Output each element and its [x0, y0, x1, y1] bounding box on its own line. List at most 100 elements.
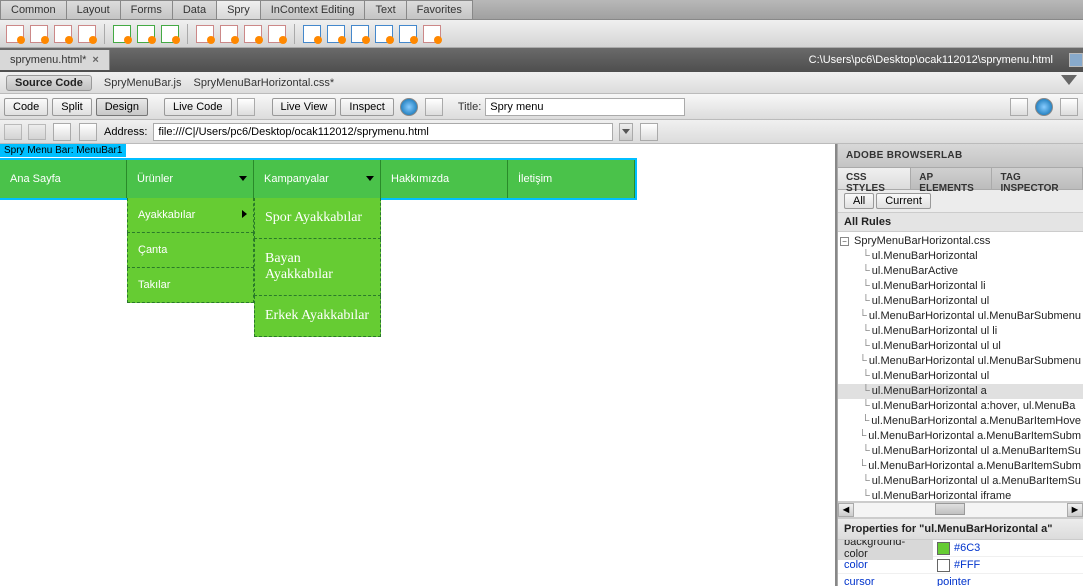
mode-current-button[interactable]: Current — [876, 193, 931, 209]
rule-row[interactable]: └ul.MenuBarHorizontal a:hover, ul.MenuBa — [838, 399, 1083, 414]
tree-collapse-icon[interactable]: − — [840, 237, 849, 246]
scroll-track[interactable] — [854, 503, 1067, 517]
menu-item-anasayfa[interactable]: Ana Sayfa — [0, 160, 127, 198]
title-action-icon[interactable] — [1010, 98, 1028, 116]
mode-all-button[interactable]: All — [844, 193, 874, 209]
rule-row[interactable]: └ul.MenuBarHorizontal a.MenuBarItemSubm — [838, 429, 1083, 444]
menu-item-iletisim[interactable]: İletişim — [508, 160, 635, 198]
rule-row[interactable]: └ul.MenuBarHorizontal ul — [838, 369, 1083, 384]
livecode-icon[interactable] — [237, 98, 255, 116]
rule-row[interactable]: └ul.MenuBarHorizontal ul a.MenuBarItemSu — [838, 474, 1083, 489]
submenu-item[interactable]: Takılar — [127, 268, 254, 303]
home-icon[interactable] — [79, 123, 97, 141]
rule-row[interactable]: └ul.MenuBarHorizontal ul.MenuBarSubmenu — [838, 354, 1083, 369]
preview-globe-icon[interactable] — [1035, 98, 1053, 116]
spry-icon-9[interactable] — [220, 25, 238, 43]
rule-row[interactable]: └ul.MenuBarHorizontal — [838, 249, 1083, 264]
spry-icon-4[interactable] — [78, 25, 96, 43]
rule-row[interactable]: └ul.MenuBarHorizontal a — [838, 384, 1083, 399]
spry-icon-15[interactable] — [375, 25, 393, 43]
property-row[interactable]: cursorpointer — [838, 574, 1083, 586]
rule-row[interactable]: └ul.MenuBarHorizontal li — [838, 279, 1083, 294]
tab-text[interactable]: Text — [364, 0, 406, 19]
submenu-item[interactable]: Ayakkabılar — [127, 198, 254, 233]
property-row[interactable]: background-color#6C3 — [838, 540, 1083, 557]
spry-icon-13[interactable] — [327, 25, 345, 43]
address-input[interactable] — [153, 123, 613, 141]
tab-favorites[interactable]: Favorites — [406, 0, 473, 19]
tab-ap-elements[interactable]: AP ELEMENTS — [911, 168, 992, 189]
filter-icon[interactable] — [1061, 75, 1077, 91]
tab-data[interactable]: Data — [172, 0, 217, 19]
submenu-item[interactable]: Spor Ayakkabılar — [254, 198, 381, 239]
related-file-2[interactable]: SpryMenuBarHorizontal.css* — [194, 77, 335, 89]
spry-icon-14[interactable] — [351, 25, 369, 43]
scroll-thumb[interactable] — [935, 503, 965, 515]
submenu-item[interactable]: Çanta — [127, 233, 254, 268]
livecode-button[interactable]: Live Code — [164, 98, 232, 116]
scroll-right-icon[interactable]: ► — [1067, 503, 1083, 517]
tab-layout[interactable]: Layout — [66, 0, 121, 19]
submenu-item[interactable]: Erkek Ayakkabılar — [254, 296, 381, 337]
rule-row[interactable]: └ul.MenuBarHorizontal a.MenuBarItemSubm — [838, 459, 1083, 474]
address-list-icon[interactable] — [640, 123, 658, 141]
liveview-button[interactable]: Live View — [272, 98, 337, 116]
title-input[interactable] — [485, 98, 685, 116]
submenu-item[interactable]: Bayan Ayakkabılar — [254, 239, 381, 296]
design-button[interactable]: Design — [96, 98, 148, 116]
browser-icon[interactable] — [400, 98, 418, 116]
rule-row[interactable]: └ul.MenuBarHorizontal ul li — [838, 324, 1083, 339]
rule-row[interactable]: └ul.MenuBarHorizontal ul.MenuBarSubmenu — [838, 309, 1083, 324]
spry-icon-5[interactable] — [113, 25, 131, 43]
tab-spry[interactable]: Spry — [216, 0, 261, 19]
spry-icon-7[interactable] — [161, 25, 179, 43]
menu-item-hakkimizda[interactable]: Hakkımızda — [381, 160, 508, 198]
rules-h-scrollbar[interactable]: ◄ ► — [838, 502, 1083, 518]
refresh-icon[interactable] — [425, 98, 443, 116]
panel-browserlab[interactable]: ADOBE BROWSERLAB — [838, 144, 1083, 168]
document-tab[interactable]: sprymenu.html* × — [0, 50, 110, 70]
color-swatch[interactable] — [937, 559, 950, 572]
refresh-address-icon[interactable] — [53, 123, 71, 141]
address-dropdown-icon[interactable] — [619, 123, 633, 141]
spry-icon-10[interactable] — [244, 25, 262, 43]
code-button[interactable]: Code — [4, 98, 48, 116]
menu-item-kampanyalar[interactable]: Kampanyalar — [254, 160, 381, 198]
spry-icon-1[interactable] — [6, 25, 24, 43]
rule-row[interactable]: └ul.MenuBarHorizontal a.MenuBarItemHove — [838, 414, 1083, 429]
inspect-button[interactable]: Inspect — [340, 98, 393, 116]
tab-css-styles[interactable]: CSS STYLES — [838, 168, 911, 189]
nav-back-icon[interactable] — [4, 124, 22, 140]
doc-action-icon[interactable] — [1069, 53, 1083, 67]
rule-row[interactable]: └ul.MenuBarHorizontal ul a.MenuBarItemSu — [838, 444, 1083, 459]
tab-tag-inspector[interactable]: TAG INSPECTOR — [992, 168, 1083, 189]
spry-icon-2[interactable] — [30, 25, 48, 43]
check-icon[interactable] — [1060, 98, 1078, 116]
spry-icon-11[interactable] — [268, 25, 286, 43]
split-button[interactable]: Split — [52, 98, 91, 116]
property-row[interactable]: color#FFF — [838, 557, 1083, 574]
rule-row[interactable]: └ul.MenuBarHorizontal ul ul — [838, 339, 1083, 354]
properties-list[interactable]: background-color#6C3color#FFFcursorpoint… — [838, 540, 1083, 586]
spry-icon-17[interactable] — [423, 25, 441, 43]
spry-icon-16[interactable] — [399, 25, 417, 43]
tab-forms[interactable]: Forms — [120, 0, 173, 19]
spry-icon-12[interactable] — [303, 25, 321, 43]
rule-row[interactable]: └ul.MenuBarActive — [838, 264, 1083, 279]
spry-icon-8[interactable] — [196, 25, 214, 43]
menu-item-urunler[interactable]: Ürünler Ayakkabılar Çanta Takılar Spor A… — [127, 160, 254, 198]
spry-menubar[interactable]: Ana Sayfa Ürünler Ayakkabılar Çanta Takı… — [0, 160, 635, 198]
tab-common[interactable]: Common — [0, 0, 67, 19]
rule-row[interactable]: └ul.MenuBarHorizontal ul — [838, 294, 1083, 309]
scroll-left-icon[interactable]: ◄ — [838, 503, 854, 517]
rules-tree[interactable]: −SpryMenuBarHorizontal.css└ul.MenuBarHor… — [838, 232, 1083, 502]
close-icon[interactable]: × — [92, 54, 98, 66]
tab-incontext[interactable]: InContext Editing — [260, 0, 366, 19]
spry-icon-6[interactable] — [137, 25, 155, 43]
rule-row[interactable]: └ul.MenuBarHorizontal iframe — [838, 489, 1083, 502]
nav-fwd-icon[interactable] — [28, 124, 46, 140]
design-canvas[interactable]: Spry Menu Bar: MenuBar1 Ana Sayfa Ürünle… — [0, 144, 837, 586]
color-swatch[interactable] — [937, 542, 950, 555]
rule-row[interactable]: −SpryMenuBarHorizontal.css — [838, 234, 1083, 249]
related-file-1[interactable]: SpryMenuBar.js — [104, 77, 182, 89]
